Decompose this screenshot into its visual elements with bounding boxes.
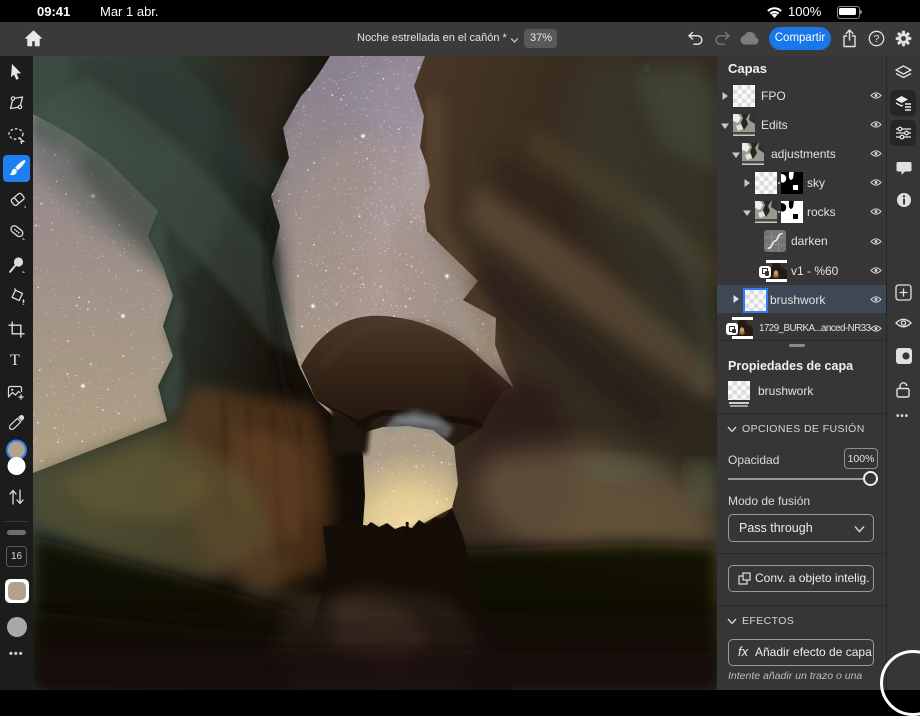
svg-text:?: ? — [874, 33, 880, 45]
